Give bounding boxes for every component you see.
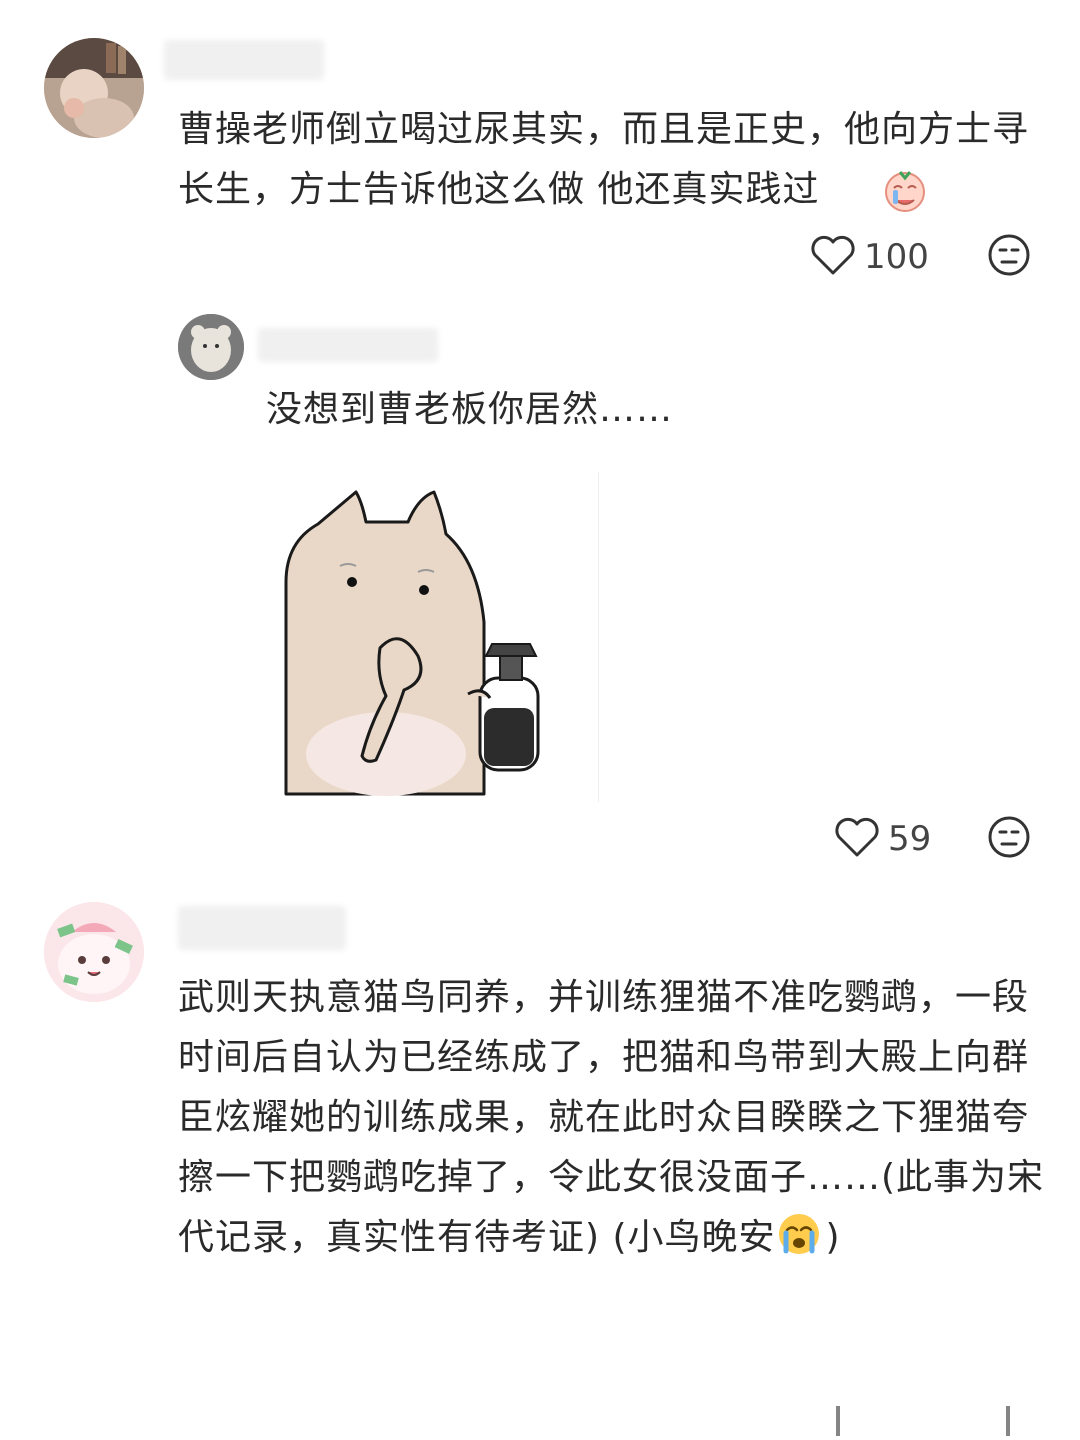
like-button-partial[interactable] xyxy=(836,1406,840,1436)
sticker-image[interactable] xyxy=(278,472,599,802)
username-redacted xyxy=(164,40,324,80)
comment-text-tail: ) xyxy=(825,1217,841,1258)
comment-text: 没想到曹老板你居然…… xyxy=(266,389,674,430)
comment-actions: 100 xyxy=(810,230,1040,284)
loudly-crying-emoji-icon xyxy=(776,1211,822,1257)
neutral-face-icon xyxy=(987,233,1031,281)
dislike-button[interactable] xyxy=(987,815,1031,863)
comment-body: 武则天执意猫鸟同养，并训练狸猫不准吃鹦鹉，一段时间后自认为已经练成了，把猫和鸟带… xyxy=(178,968,1048,1268)
comment-actions xyxy=(836,1402,1036,1440)
heart-icon xyxy=(834,816,880,862)
neutral-face-icon xyxy=(987,815,1031,863)
avatar[interactable] xyxy=(44,902,144,1002)
avatar[interactable] xyxy=(178,314,244,380)
like-button[interactable]: 59 xyxy=(834,816,931,862)
comment-actions: 59 xyxy=(834,812,1040,866)
like-button[interactable]: 100 xyxy=(810,234,929,280)
crying-emoji-icon xyxy=(878,168,932,214)
username-redacted xyxy=(178,906,346,950)
dislike-button-partial[interactable] xyxy=(1006,1406,1010,1436)
like-count: 59 xyxy=(888,819,932,859)
like-count: 100 xyxy=(864,237,929,277)
heart-icon xyxy=(810,234,856,280)
avatar[interactable] xyxy=(44,38,144,138)
username-redacted xyxy=(258,328,438,362)
dislike-button[interactable] xyxy=(987,233,1031,281)
comment-text: 武则天执意猫鸟同养，并训练狸猫不准吃鹦鹉，一段时间后自认为已经练成了，把猫和鸟带… xyxy=(178,977,1045,1258)
